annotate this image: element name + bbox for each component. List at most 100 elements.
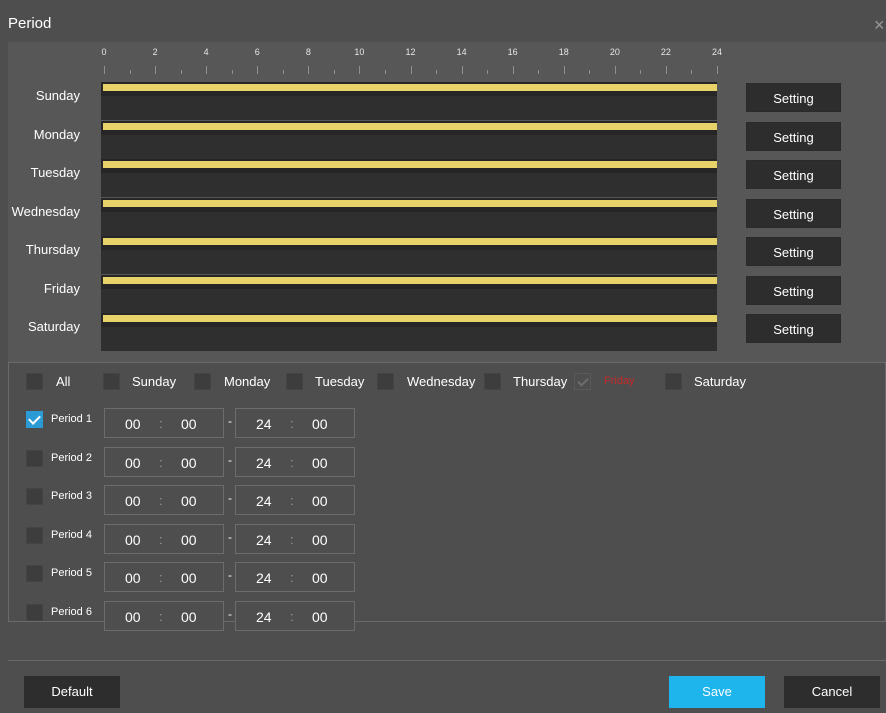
end-hour[interactable]: 24	[256, 493, 272, 509]
end-minute[interactable]: 00	[312, 609, 328, 625]
setting-button[interactable]: Setting	[746, 237, 841, 266]
end-hour[interactable]: 24	[256, 609, 272, 625]
ruler-tick-label: 22	[660, 47, 671, 57]
start-minute[interactable]: 00	[181, 532, 197, 548]
time-range-dash: -	[228, 529, 232, 544]
period-checkbox[interactable]	[26, 449, 43, 467]
ruler-half-tick	[384, 70, 386, 74]
track-background	[101, 134, 717, 159]
start-time-input[interactable]: 00: 00	[104, 600, 224, 631]
start-hour[interactable]: 00	[125, 493, 141, 509]
setting-button[interactable]: Setting	[746, 83, 841, 112]
start-hour[interactable]: 00	[125, 532, 141, 548]
schedule-bar	[103, 276, 717, 284]
end-time-input[interactable]: 24: 00	[235, 600, 355, 631]
checkbox-day-thursday[interactable]	[484, 373, 501, 390]
time-colon: :	[159, 531, 163, 547]
end-time-input[interactable]: 24: 00	[235, 446, 355, 477]
period-label: Period 2	[51, 451, 92, 464]
end-minute[interactable]: 00	[312, 416, 328, 432]
start-minute[interactable]: 00	[181, 455, 197, 471]
end-minute[interactable]: 00	[312, 493, 328, 509]
day-schedule-track[interactable]	[101, 274, 717, 313]
ruler-tick-label: 8	[305, 47, 311, 57]
end-hour[interactable]: 24	[256, 570, 272, 586]
end-minute[interactable]: 00	[312, 532, 328, 548]
ruler-tick	[665, 66, 667, 74]
checkbox-day-tuesday[interactable]	[286, 373, 303, 390]
end-time-input[interactable]: 24: 00	[235, 562, 355, 592]
period-checkbox[interactable]	[26, 488, 43, 505]
time-ruler: 0 2 4 6 8 10 12 14 16 18 20 22 24	[100, 42, 723, 80]
end-hour[interactable]: 24	[256, 532, 272, 548]
start-minute[interactable]: 00	[181, 493, 197, 509]
start-time-input[interactable]: 00: 00	[104, 562, 224, 592]
start-time-input[interactable]: 00: 00	[104, 485, 224, 515]
day-schedule-track[interactable]	[101, 159, 717, 197]
close-icon[interactable]: ×	[874, 15, 885, 36]
end-time-input[interactable]: 24: 00	[235, 523, 355, 554]
day-schedule-track[interactable]	[101, 313, 717, 351]
start-hour[interactable]: 00	[125, 609, 141, 625]
day-schedule-track[interactable]	[101, 82, 717, 120]
start-minute[interactable]: 00	[181, 416, 197, 432]
ruler-tick-label: 6	[254, 47, 260, 57]
start-hour[interactable]: 00	[125, 416, 141, 432]
checkbox-day-sunday[interactable]	[103, 373, 120, 390]
start-hour[interactable]: 00	[125, 570, 141, 586]
period-checkbox[interactable]	[26, 411, 43, 428]
default-button[interactable]: Default	[24, 676, 120, 708]
end-minute[interactable]: 00	[312, 570, 328, 586]
end-time-input[interactable]: 24: 00	[235, 408, 355, 438]
ruler-half-tick	[487, 70, 489, 74]
setting-button[interactable]: Setting	[746, 314, 841, 343]
ruler-tick	[410, 66, 412, 74]
start-hour[interactable]: 00	[125, 455, 141, 471]
ruler-tick-label: 24	[711, 47, 723, 57]
start-minute[interactable]: 00	[181, 609, 197, 625]
start-time-input[interactable]: 00: 00	[104, 446, 224, 477]
checkbox-day-monday[interactable]	[194, 373, 211, 390]
ruler-tick-label: 10	[354, 47, 365, 57]
setting-button[interactable]: Setting	[746, 275, 841, 305]
start-minute[interactable]: 00	[181, 570, 197, 586]
ruler-tick	[563, 66, 565, 74]
ruler-tick-label: 14	[456, 47, 467, 57]
checkbox-all[interactable]	[26, 373, 43, 390]
time-colon: :	[290, 570, 294, 585]
period-checkbox[interactable]	[26, 526, 43, 544]
day-schedule-track[interactable]	[101, 120, 717, 159]
period-checkbox[interactable]	[26, 565, 43, 582]
setting-button[interactable]: Setting	[746, 160, 841, 189]
ruler-half-tick	[436, 70, 438, 74]
time-range-dash: -	[228, 452, 232, 467]
period-label: Period 1	[51, 413, 92, 425]
ruler-half-tick	[282, 70, 284, 74]
day-schedule-track[interactable]	[101, 197, 717, 236]
ruler-half-tick	[691, 70, 693, 74]
end-hour[interactable]: 24	[256, 455, 272, 471]
period-checkbox[interactable]	[26, 603, 43, 621]
day-label: Monday	[33, 126, 80, 142]
checkbox-day-wednesday[interactable]	[377, 373, 394, 390]
period-label: Period 3	[51, 490, 92, 502]
start-time-input[interactable]: 00: 00	[104, 408, 224, 438]
end-minute[interactable]: 00	[312, 455, 328, 471]
start-time-input[interactable]: 00: 00	[104, 523, 224, 554]
ruler-tick	[308, 66, 310, 74]
day-schedule-track[interactable]	[101, 236, 717, 274]
time-range-dash: -	[228, 606, 232, 621]
time-colon: :	[290, 493, 294, 508]
cancel-button[interactable]: Cancel	[784, 676, 880, 708]
ruler-tick-label: 20	[609, 47, 620, 57]
time-colon: :	[159, 608, 163, 624]
ruler-half-tick	[333, 70, 335, 74]
end-hour[interactable]: 24	[256, 416, 272, 432]
setting-button[interactable]: Setting	[746, 121, 841, 151]
setting-button[interactable]: Setting	[746, 198, 841, 228]
schedule-bar	[103, 238, 717, 245]
save-button[interactable]: Save	[669, 676, 765, 708]
checkbox-day-saturday[interactable]	[665, 373, 682, 390]
end-time-input[interactable]: 24: 00	[235, 485, 355, 515]
time-range-dash: -	[228, 568, 232, 582]
